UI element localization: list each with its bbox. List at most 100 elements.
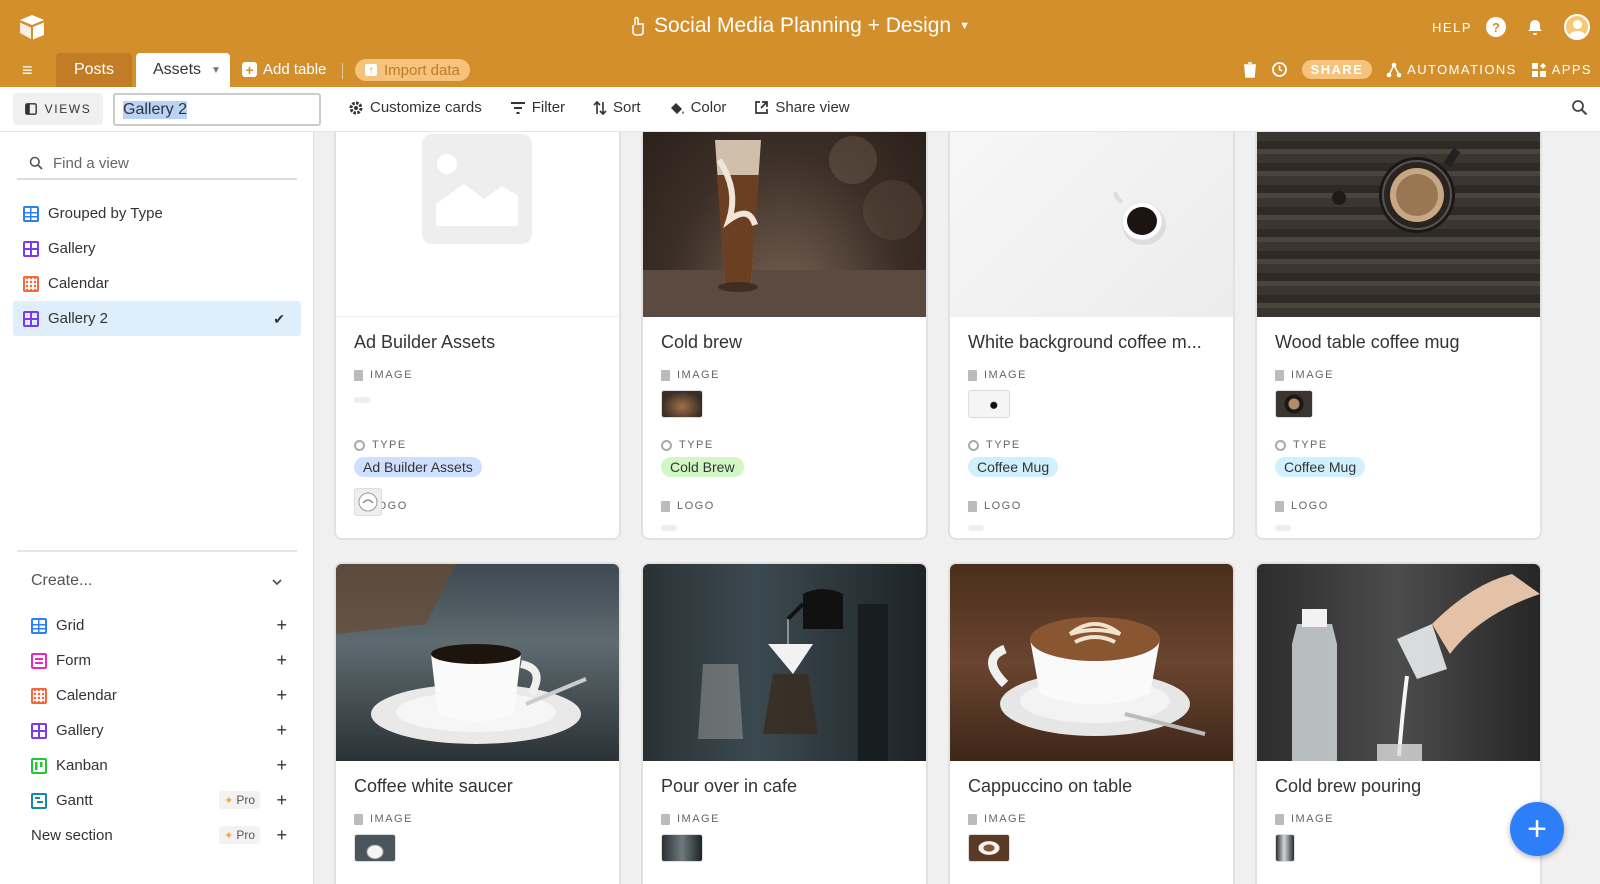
share-view-button[interactable]: Share view bbox=[754, 99, 850, 116]
add-table-button[interactable]: + Add table bbox=[242, 61, 326, 78]
image-thumbnail[interactable] bbox=[661, 390, 703, 418]
find-view-input[interactable]: Find a view bbox=[17, 148, 297, 180]
sidebar-view-grouped-by-type[interactable]: Grouped by Type bbox=[13, 196, 301, 231]
attachment-icon bbox=[354, 369, 363, 381]
logo-field-label: LOGO bbox=[1275, 500, 1329, 512]
image-thumbnail[interactable] bbox=[968, 390, 1010, 418]
image-field-label: IMAGE bbox=[354, 369, 413, 381]
gallery-card[interactable]: Cold brew IMAGE TYPE Cold Brew LOGO bbox=[643, 132, 926, 538]
import-data-button[interactable]: ↑ Import data bbox=[355, 59, 470, 81]
create-item-label: Gallery bbox=[56, 722, 104, 739]
card-cover-image bbox=[1257, 564, 1540, 761]
plus-icon[interactable]: + bbox=[276, 826, 287, 844]
view-label: Gallery bbox=[48, 240, 96, 257]
card-title: Ad Builder Assets bbox=[354, 332, 496, 352]
field-label-text: IMAGE bbox=[370, 369, 413, 381]
gantt-view-icon bbox=[31, 792, 47, 809]
view-list: Grouped by Type Gallery Calendar Gallery… bbox=[13, 196, 301, 336]
add-record-button[interactable]: + bbox=[1510, 802, 1564, 856]
create-gantt-view[interactable]: Gantt ✦ Pro + bbox=[17, 783, 287, 818]
chevron-down-icon[interactable]: ▼ bbox=[211, 65, 221, 76]
history-icon[interactable] bbox=[1271, 61, 1288, 78]
image-thumbnail[interactable] bbox=[354, 834, 396, 862]
image-thumbnail[interactable] bbox=[661, 834, 703, 862]
tab-assets[interactable]: Assets ▼ bbox=[136, 53, 230, 87]
field-label-text: IMAGE bbox=[984, 813, 1027, 825]
apps-button[interactable]: APPS bbox=[1531, 62, 1592, 78]
image-thumbnail[interactable] bbox=[1275, 834, 1295, 862]
create-calendar-view[interactable]: Calendar + bbox=[17, 678, 287, 713]
kanban-view-icon bbox=[31, 757, 47, 774]
gallery-card[interactable]: White background coffee m... IMAGE TYPE … bbox=[950, 132, 1233, 538]
create-gallery-view[interactable]: Gallery + bbox=[17, 713, 287, 748]
sidebar-view-gallery-2[interactable]: Gallery 2 ✔ bbox=[13, 301, 301, 336]
card-cover-placeholder bbox=[336, 132, 619, 317]
create-kanban-view[interactable]: Kanban + bbox=[17, 748, 287, 783]
plus-icon[interactable]: + bbox=[276, 651, 287, 669]
grid-view-icon bbox=[23, 205, 39, 222]
airtable-logo-icon[interactable] bbox=[17, 12, 47, 42]
plus-icon[interactable]: + bbox=[276, 756, 287, 774]
card-title: Coffee white saucer bbox=[354, 776, 513, 796]
logo-thumbnail[interactable] bbox=[354, 488, 382, 516]
gallery-card[interactable]: Cappuccino on table IMAGE bbox=[950, 564, 1233, 884]
gallery-card[interactable]: Ad Builder Assets IMAGE TYPE Ad Builder … bbox=[336, 132, 619, 538]
help-icon[interactable]: ? bbox=[1486, 17, 1506, 37]
field-label-text: LOGO bbox=[1291, 500, 1329, 512]
view-name-input[interactable]: Gallery 2 bbox=[113, 93, 321, 126]
calendar-view-icon bbox=[23, 275, 39, 292]
create-grid-view[interactable]: Grid + bbox=[17, 608, 287, 643]
create-item-label: Grid bbox=[56, 617, 85, 634]
attachment-icon bbox=[1275, 369, 1284, 381]
help-link[interactable]: HELP bbox=[1432, 20, 1472, 35]
automations-button[interactable]: AUTOMATIONS bbox=[1386, 62, 1517, 78]
gallery-card[interactable]: Coffee white saucer IMAGE bbox=[336, 564, 619, 884]
logo-field-label: LOGO bbox=[968, 500, 1022, 512]
card-title: Cold brew bbox=[661, 332, 743, 352]
filter-button[interactable]: Filter bbox=[510, 99, 565, 116]
sort-button[interactable]: Sort bbox=[593, 99, 641, 116]
color-button[interactable]: Color bbox=[669, 99, 726, 116]
sparkle-icon: ✦ bbox=[224, 794, 234, 807]
header-right-tools: HELP ? bbox=[1432, 14, 1590, 40]
tabs-right-tools: SHARE AUTOMATIONS APPS bbox=[1243, 60, 1592, 79]
create-section-toggle[interactable]: Create... bbox=[31, 572, 283, 590]
share-icon bbox=[755, 101, 769, 114]
create-new-section[interactable]: New section ✦ Pro + bbox=[17, 818, 287, 853]
gallery-card[interactable]: Wood table coffee mug IMAGE TYPE Coffee … bbox=[1257, 132, 1540, 538]
bell-icon[interactable] bbox=[1526, 18, 1544, 36]
plus-icon[interactable]: + bbox=[276, 791, 287, 809]
plus-icon[interactable]: + bbox=[276, 721, 287, 739]
gallery-card[interactable]: Pour over in cafe IMAGE bbox=[643, 564, 926, 884]
type-field-label: TYPE bbox=[968, 439, 1021, 451]
chevron-down-icon: ▼ bbox=[959, 20, 970, 32]
field-label-text: IMAGE bbox=[984, 369, 1027, 381]
card-title: Cappuccino on table bbox=[968, 776, 1133, 796]
views-toggle-button[interactable]: VIEWS bbox=[13, 93, 103, 125]
customize-cards-button[interactable]: Customize cards bbox=[348, 99, 482, 116]
plus-icon[interactable]: + bbox=[276, 616, 287, 634]
image-thumbnail[interactable] bbox=[1275, 390, 1313, 418]
create-item-label: Gantt bbox=[56, 792, 93, 809]
gallery-view-icon bbox=[23, 240, 39, 257]
hamburger-menu-icon[interactable]: ≡ bbox=[22, 61, 42, 79]
sidebar-view-calendar[interactable]: Calendar bbox=[13, 266, 301, 301]
image-field-label: IMAGE bbox=[354, 813, 413, 825]
tab-posts[interactable]: Posts bbox=[56, 53, 132, 87]
sidebar-divider bbox=[17, 550, 297, 552]
plus-icon[interactable]: + bbox=[276, 686, 287, 704]
view-label: Grouped by Type bbox=[48, 205, 163, 222]
gear-icon bbox=[349, 101, 363, 114]
chevron-down-icon bbox=[272, 579, 282, 586]
search-icon[interactable] bbox=[1571, 99, 1588, 116]
empty-value bbox=[1275, 525, 1291, 531]
avatar[interactable] bbox=[1564, 14, 1590, 40]
hand-icon bbox=[632, 16, 644, 36]
gallery-card[interactable]: Cold brew pouring IMAGE bbox=[1257, 564, 1540, 884]
sidebar-view-gallery[interactable]: Gallery bbox=[13, 231, 301, 266]
trash-icon[interactable] bbox=[1243, 61, 1257, 78]
base-title[interactable]: Social Media Planning + Design ▼ bbox=[630, 14, 970, 38]
share-button[interactable]: SHARE bbox=[1301, 60, 1373, 79]
image-thumbnail[interactable] bbox=[968, 834, 1010, 862]
create-form-view[interactable]: Form + bbox=[17, 643, 287, 678]
